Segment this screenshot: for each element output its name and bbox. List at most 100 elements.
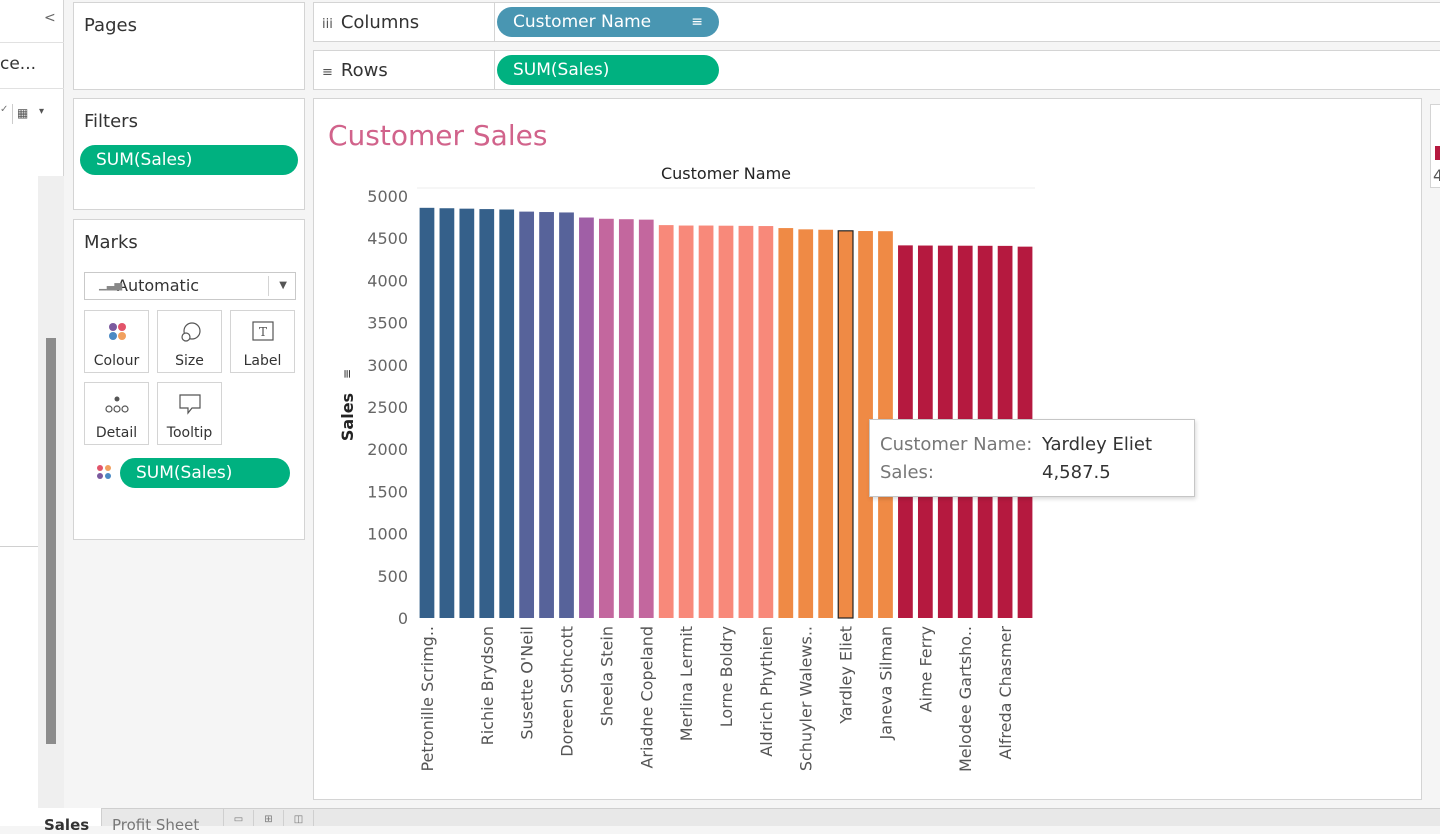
bar[interactable] xyxy=(419,207,435,618)
divider xyxy=(268,276,269,296)
check-icon[interactable]: ✓ xyxy=(0,104,8,115)
tooltip: Customer Name: Yardley Eliet Sales: 4,58… xyxy=(869,419,1195,497)
bar[interactable] xyxy=(519,211,535,618)
columns-label-text: Columns xyxy=(340,12,420,33)
divider xyxy=(0,42,64,43)
y-tick-label: 1000 xyxy=(367,525,408,544)
detail-button[interactable]: Detail xyxy=(84,382,149,445)
rows-label-text: Rows xyxy=(340,60,388,81)
colour-label: Colour xyxy=(93,353,140,369)
tooltip-value-sales: 4,587.5 xyxy=(1042,462,1111,483)
bar-chart-icon: ▁▃▅ xyxy=(99,280,123,291)
grid-view-icon[interactable]: ▦ xyxy=(17,106,28,120)
y-axis-title: Sales xyxy=(338,393,357,441)
x-tick-label: Ariadne Copeland xyxy=(637,626,656,769)
bar[interactable] xyxy=(459,208,475,618)
bar[interactable] xyxy=(718,225,734,618)
bar[interactable] xyxy=(778,228,794,618)
size-icon xyxy=(181,322,201,342)
x-tick-label: Yardley Eliet xyxy=(837,626,856,725)
bar[interactable] xyxy=(837,230,854,619)
mark-type-select[interactable]: ▁▃▅ Automatic ▼ xyxy=(84,272,296,300)
x-tick-label: Petronille Scrimg.. xyxy=(418,626,437,772)
bar[interactable] xyxy=(678,225,694,618)
text-label-icon: T xyxy=(252,321,274,341)
bar[interactable] xyxy=(539,212,554,618)
bar[interactable] xyxy=(618,219,634,618)
bar[interactable] xyxy=(499,209,515,618)
new-dashboard-icon[interactable]: ⊞ xyxy=(254,810,284,826)
x-tick-label: Merlina Lermit xyxy=(677,626,696,741)
data-source-name[interactable]: ce... xyxy=(0,54,36,74)
chevron-down-icon: ▼ xyxy=(279,280,287,291)
bar[interactable] xyxy=(599,218,614,618)
bar[interactable] xyxy=(579,217,594,618)
y-tick-label: 4000 xyxy=(367,271,408,290)
tooltip-key-customer: Customer Name: xyxy=(880,434,1033,455)
x-tick-label: Schuyler Walews.. xyxy=(797,626,816,771)
legend-text: 4 xyxy=(1433,166,1440,185)
bar[interactable] xyxy=(559,212,574,618)
rows-label: ≡ Rows xyxy=(322,60,388,81)
y-tick-label: 4500 xyxy=(367,229,408,248)
divider xyxy=(494,3,495,41)
marks-pill-sum-sales[interactable]: SUM(Sales) xyxy=(120,458,290,488)
column-pill-text: Customer Name xyxy=(513,12,652,32)
sheet-tab-label: Profit Sheet xyxy=(112,816,200,834)
bar[interactable] xyxy=(738,225,754,618)
label-label: Label xyxy=(243,353,282,369)
sheet-tab-sales[interactable]: Sales xyxy=(0,808,102,834)
pages-title: Pages xyxy=(84,15,137,36)
bar[interactable] xyxy=(798,229,814,618)
tooltip-key-sales: Sales: xyxy=(880,462,934,483)
rows-shelf[interactable]: ≡ Rows SUM(Sales) xyxy=(313,50,1440,90)
x-tick-label: Doreen Sothcott xyxy=(558,626,577,757)
tooltip-button[interactable]: Tooltip xyxy=(157,382,222,445)
x-tick-label: Sheela Stein xyxy=(597,626,616,726)
filter-pill-sum-sales[interactable]: SUM(Sales) xyxy=(80,145,298,175)
new-story-icon[interactable]: ◫ xyxy=(284,810,314,826)
svg-text:T: T xyxy=(259,325,267,339)
columns-label: iii Columns xyxy=(322,12,419,33)
pages-shelf[interactable]: Pages xyxy=(73,2,305,90)
y-tick-label: 3000 xyxy=(367,356,408,375)
view-canvas[interactable]: Customer Sales Customer Name 0 500 1000 1500… xyxy=(313,98,1422,800)
mark-type-value: Automatic xyxy=(117,276,200,295)
colour-button[interactable]: Colour xyxy=(84,310,149,373)
bar[interactable] xyxy=(698,225,714,618)
divider xyxy=(12,104,13,124)
colour-icon xyxy=(109,323,126,340)
sort-descending-icon[interactable]: ≡ xyxy=(340,369,354,379)
marks-title: Marks xyxy=(84,232,138,253)
chevron-down-icon[interactable]: ▾ xyxy=(39,106,44,117)
row-pill-sum-sales[interactable]: SUM(Sales) xyxy=(497,55,719,85)
bar[interactable] xyxy=(638,219,654,618)
column-pill-customer-name[interactable]: Customer Name ≡ xyxy=(497,7,719,37)
tooltip-value-customer: Yardley Eliet xyxy=(1042,434,1153,455)
colour-encoding-icon xyxy=(97,465,111,479)
bar[interactable] xyxy=(758,226,774,619)
bar[interactable] xyxy=(479,209,495,618)
collapse-pane-icon[interactable]: < xyxy=(44,10,56,26)
label-button[interactable]: T Label xyxy=(230,310,295,373)
y-tick-label: 3500 xyxy=(367,314,408,333)
sheet-tab-profit[interactable]: Profit Sheet xyxy=(102,808,224,834)
legend-swatch[interactable] xyxy=(1435,146,1440,160)
bar[interactable] xyxy=(818,229,834,618)
y-tick-label: 5000 xyxy=(367,187,408,206)
bar[interactable] xyxy=(658,225,674,619)
detail-label: Detail xyxy=(95,425,138,441)
column-header-label: Customer Name xyxy=(661,164,791,183)
new-worksheet-icon[interactable]: ▭ xyxy=(224,810,254,826)
divider xyxy=(0,546,40,547)
marks-card: Marks ▁▃▅ Automatic ▼ Colour Size T Labe… xyxy=(73,219,305,540)
sort-descending-icon[interactable]: ≡ xyxy=(691,7,703,37)
x-tick-label: Lorne Boldry xyxy=(717,626,736,727)
x-tick-label: Richie Brydson xyxy=(478,626,497,745)
columns-shelf[interactable]: iii Columns Customer Name ≡ xyxy=(313,2,1440,42)
filters-shelf[interactable]: Filters SUM(Sales) xyxy=(73,98,305,210)
size-button[interactable]: Size xyxy=(157,310,222,373)
scrollbar-thumb[interactable] xyxy=(46,338,56,744)
y-tick-label: 2000 xyxy=(367,440,408,459)
bar[interactable] xyxy=(439,208,455,618)
